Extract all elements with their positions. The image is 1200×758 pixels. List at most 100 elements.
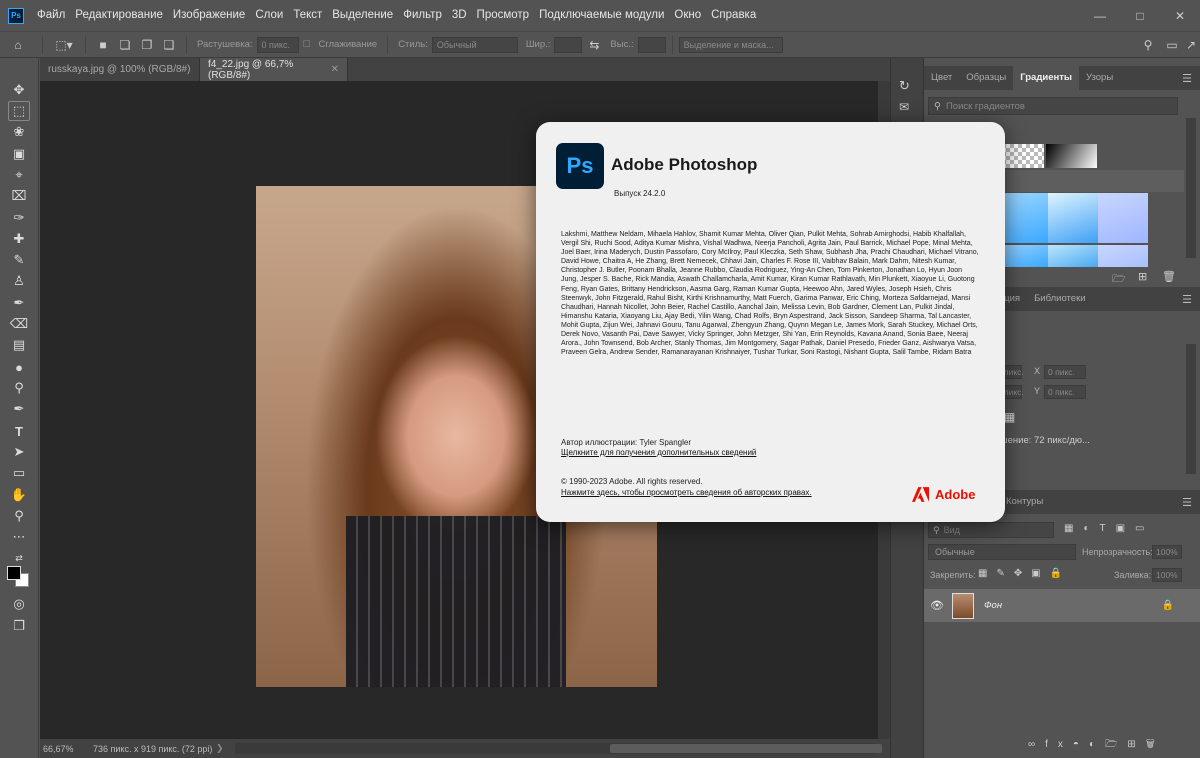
object-select-tool-icon[interactable]: ▣	[8, 144, 30, 164]
add-icon[interactable]: ⊞	[1138, 270, 1147, 283]
y-field[interactable]: 0 пикс.	[1044, 385, 1086, 399]
more-info-link[interactable]: Щелкните для получения дополнительных св…	[561, 448, 756, 457]
style-select[interactable]: Обычный	[431, 36, 518, 53]
tab-patterns[interactable]: Узоры	[1079, 66, 1120, 90]
search-icon[interactable]: ⚲	[1138, 36, 1158, 54]
healing-brush-tool-icon[interactable]: ✚	[8, 229, 30, 249]
layer-filter-select[interactable]: ⚲ Вид	[928, 522, 1054, 538]
hand-tool-icon[interactable]: ✋	[8, 485, 30, 505]
doc-tab-active[interactable]: f4_22.jpg @ 66,7% (RGB/8#) ✕	[200, 58, 348, 81]
menu-help[interactable]: Справка	[706, 0, 761, 31]
menu-select[interactable]: Выделение	[327, 0, 398, 31]
new-selection-icon[interactable]: ■	[92, 36, 114, 54]
history-brush-tool-icon[interactable]: ✒	[8, 293, 30, 313]
clone-stamp-tool-icon[interactable]: ♙	[8, 271, 30, 291]
layer-name[interactable]: Фон	[984, 600, 1002, 611]
zoom-tool-icon[interactable]: ⚲	[8, 506, 30, 526]
panel-menu-icon[interactable]: ☰	[1182, 293, 1192, 306]
home-icon[interactable]: ⌂	[0, 36, 36, 54]
marquee-tool-icon[interactable]: ⬚	[8, 101, 30, 121]
crop-tool-icon[interactable]: ⌖	[8, 165, 30, 185]
layers-footer-icons[interactable]: ∞fx◓◐🗁⊞🗑	[1028, 737, 1165, 754]
type-tool-icon[interactable]: T	[8, 421, 30, 441]
marquee-preset-icon[interactable]: ⬚▾	[49, 36, 79, 54]
horizontal-scrollbar[interactable]	[235, 743, 882, 754]
menu-file[interactable]: Файл	[32, 0, 70, 31]
menu-filter[interactable]: Фильтр	[398, 0, 447, 31]
width-input[interactable]	[554, 36, 583, 53]
about-dialog[interactable]: Ps Adobe Photoshop Выпуск 24.2.0 Lakshmi…	[536, 122, 1005, 522]
tab-swatches[interactable]: Образцы	[959, 66, 1013, 90]
zoom-level[interactable]: 66,67%	[40, 744, 88, 754]
blend-mode-select[interactable]: Обычные	[928, 544, 1076, 560]
path-select-tool-icon[interactable]: ➤	[8, 442, 30, 462]
photoshop-app-icon[interactable]: Ps	[8, 7, 24, 24]
minimize-icon[interactable]: —	[1080, 0, 1120, 31]
scroll-thumb[interactable]	[610, 744, 882, 753]
quick-mask-icon[interactable]: ◎	[8, 594, 30, 614]
lock-icons[interactable]: ▦✎✥▣🔒	[978, 568, 1071, 579]
more-tools-icon[interactable]: ⋯	[8, 527, 30, 547]
gradient-swatch[interactable]	[1098, 245, 1148, 267]
menu-3d[interactable]: 3D	[447, 0, 472, 31]
doc-tab[interactable]: russkaya.jpg @ 100% (RGB/8#)	[40, 58, 200, 81]
pen-tool-icon[interactable]: ✒	[8, 399, 30, 419]
height-input[interactable]	[637, 36, 666, 53]
gradient-search[interactable]: ⚲ Поиск градиентов	[928, 97, 1178, 115]
add-selection-icon[interactable]: ❏	[114, 36, 136, 54]
dodge-tool-icon[interactable]: ⚲	[8, 378, 30, 398]
panel-menu-icon[interactable]: ☰	[1182, 496, 1192, 509]
intersect-selection-icon[interactable]: ❑	[158, 36, 180, 54]
layer-thumbnail[interactable]	[952, 592, 974, 619]
share-icon[interactable]: ↗	[1184, 36, 1198, 54]
eyedropper-tool-icon[interactable]: ✑	[8, 208, 30, 228]
tab-color[interactable]: Цвет	[924, 66, 959, 90]
close-icon[interactable]: ✕	[1160, 0, 1200, 31]
close-tab-icon[interactable]: ✕	[331, 64, 339, 75]
menu-edit[interactable]: Редактирование	[70, 0, 168, 31]
menu-window[interactable]: Окно	[669, 0, 706, 31]
gradients-scrollbar[interactable]	[1186, 118, 1196, 258]
gradient-tool-icon[interactable]: ▤	[8, 335, 30, 355]
image-icon[interactable]: ▦	[1004, 410, 1015, 424]
brush-tool-icon[interactable]: ✎	[8, 250, 30, 270]
visibility-eye-icon[interactable]: 👁	[924, 599, 950, 612]
gradient-swatch[interactable]	[998, 245, 1048, 267]
antialias-checkbox[interactable]: ☐	[299, 36, 315, 54]
rectangle-tool-icon[interactable]: ▭	[8, 463, 30, 483]
menu-view[interactable]: Просмотр	[472, 0, 535, 31]
blur-tool-icon[interactable]: ●	[8, 357, 30, 377]
history-icon[interactable]: ↻	[899, 78, 910, 94]
menu-type[interactable]: Текст	[288, 0, 327, 31]
layer-row[interactable]: 👁 Фон 🔒	[924, 589, 1200, 622]
layer-filter-icons[interactable]: ▦◐T▣▭	[1064, 523, 1155, 534]
feather-input[interactable]: 0 пикс.	[256, 36, 299, 53]
lasso-tool-icon[interactable]: ❀	[8, 122, 30, 142]
screen-mode-icon[interactable]: ❐	[8, 616, 30, 636]
x-field[interactable]: 0 пикс.	[1044, 365, 1086, 379]
tab-gradients[interactable]: Градиенты	[1013, 66, 1079, 90]
frame-tool-icon[interactable]: ⌧	[8, 186, 30, 206]
panel-menu-icon[interactable]: ☰	[1182, 72, 1192, 85]
swap-colors-icon[interactable]: ⇄	[8, 548, 30, 568]
workspace-icon[interactable]: ▭	[1162, 36, 1182, 54]
foreground-color-swatch[interactable]	[7, 566, 21, 580]
comments-icon[interactable]: ✉	[899, 100, 909, 114]
eraser-tool-icon[interactable]: ⌫	[8, 314, 30, 334]
copyright-link[interactable]: Нажмите здесь, чтобы просмотреть сведени…	[561, 488, 812, 497]
document-size[interactable]: 736 пикс. x 919 пикс. (72 ppi)	[88, 744, 216, 754]
tab-libraries[interactable]: Библиотеки	[1027, 287, 1092, 311]
swap-dimensions-icon[interactable]: ⇆	[582, 36, 606, 54]
menu-image[interactable]: Изображение	[168, 0, 250, 31]
gradient-swatch[interactable]	[1048, 193, 1098, 243]
maximize-icon[interactable]: □	[1120, 0, 1160, 31]
subtract-selection-icon[interactable]: ❐	[136, 36, 158, 54]
menu-plugins[interactable]: Подключаемые модули	[534, 0, 669, 31]
gradient-swatch[interactable]	[1048, 245, 1098, 267]
select-and-mask-button[interactable]: Выделение и маска...	[678, 36, 783, 53]
menu-layers[interactable]: Слои	[250, 0, 288, 31]
opacity-input[interactable]: 100%	[1152, 545, 1182, 559]
gradient-swatch[interactable]	[1046, 144, 1097, 168]
delete-icon[interactable]: 🗑	[1162, 270, 1176, 283]
gradient-swatch[interactable]	[998, 193, 1048, 243]
